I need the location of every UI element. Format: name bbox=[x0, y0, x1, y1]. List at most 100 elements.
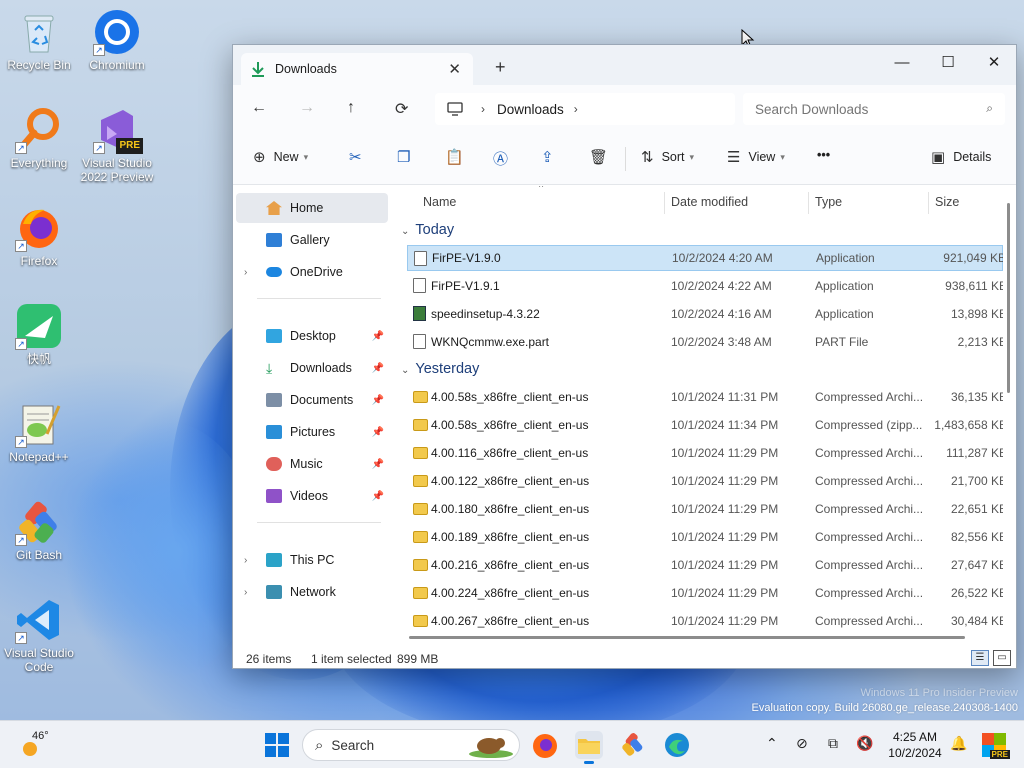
desktop-icon-chromium[interactable]: ↗ Chromium bbox=[79, 8, 155, 72]
table-row[interactable]: 4.00.224_x86fre_client_en-us 10/1/2024 1… bbox=[407, 580, 1003, 606]
search-input[interactable] bbox=[755, 101, 965, 117]
more-options-button[interactable]: ••• bbox=[817, 148, 830, 162]
pin-icon[interactable]: 📌 bbox=[372, 459, 384, 470]
table-row[interactable]: 4.00.122_x86fre_client_en-us 10/1/2024 1… bbox=[407, 468, 1003, 494]
table-row[interactable]: 4.00.58s_x86fre_client_en-us 10/1/2024 1… bbox=[407, 412, 1003, 438]
taskbar-search-box[interactable]: ⌕ Search bbox=[302, 729, 520, 761]
new-tab-button[interactable]: + bbox=[495, 57, 506, 78]
vertical-scrollbar[interactable] bbox=[1007, 203, 1010, 393]
sidebar-item-gallery[interactable]: Gallery bbox=[236, 225, 388, 255]
forward-button[interactable]: → bbox=[299, 99, 315, 117]
group-header-today[interactable]: ⌄ Today bbox=[401, 222, 454, 238]
maximize-button[interactable]: ☐ bbox=[925, 49, 971, 79]
cut-button[interactable]: ✂ bbox=[349, 148, 370, 166]
refresh-button[interactable]: ⟳ bbox=[395, 99, 408, 119]
close-window-button[interactable]: ✕ bbox=[971, 49, 1017, 79]
chevron-right-icon[interactable]: › bbox=[244, 555, 247, 566]
toolbar-divider bbox=[625, 147, 626, 171]
desktop-icon-firefox[interactable]: ↗ Firefox bbox=[1, 204, 77, 268]
sidebar-item-onedrive[interactable]: › OneDrive bbox=[236, 257, 388, 287]
desktop-icon-git-bash[interactable]: ↗ Git Bash bbox=[1, 498, 77, 562]
breadcrumb-downloads[interactable]: Downloads bbox=[497, 102, 564, 117]
taskbar-firefox[interactable] bbox=[531, 731, 559, 759]
delete-button[interactable]: 🗑 bbox=[589, 148, 616, 166]
copy-button[interactable]: ❐ bbox=[397, 148, 418, 166]
sidebar-item-videos[interactable]: Videos 📌 bbox=[236, 481, 388, 511]
dev-home-preview-icon[interactable]: PRE bbox=[980, 731, 1010, 759]
horizontal-scrollbar[interactable] bbox=[409, 636, 965, 639]
table-row[interactable]: WKNQcmmw.exe.part 10/2/2024 3:48 AM PART… bbox=[407, 329, 1003, 355]
search-icon[interactable]: ⌕ bbox=[986, 101, 993, 116]
table-row[interactable]: 4.00.58s_x86fre_client_en-us 10/1/2024 1… bbox=[407, 384, 1003, 410]
desktop-icon-everything[interactable]: ↗ Everything bbox=[1, 106, 77, 170]
desktop-icon-visual-studio[interactable]: PRE ↗ Visual Studio 2022 Preview bbox=[79, 106, 155, 184]
details-pane-button[interactable]: ▣ Details bbox=[931, 148, 991, 166]
taskbar-clock[interactable]: 4:25 AM 10/2/2024 bbox=[884, 729, 946, 761]
taskbar-file-explorer[interactable] bbox=[575, 731, 603, 764]
pin-icon[interactable]: 📌 bbox=[372, 491, 384, 502]
desktop-icon-recycle-bin[interactable]: Recycle Bin bbox=[1, 8, 77, 72]
column-header-size[interactable]: Size bbox=[935, 186, 959, 218]
sidebar-item-this-pc[interactable]: › This PC bbox=[236, 545, 388, 575]
show-hidden-icons-button[interactable]: ⌃ bbox=[766, 735, 778, 752]
taskbar-git[interactable] bbox=[619, 731, 647, 759]
minimize-button[interactable]: — bbox=[879, 49, 925, 79]
zip-folder-icon bbox=[413, 391, 428, 403]
tab-downloads[interactable]: Downloads ✕ bbox=[241, 53, 473, 85]
desktop-icon-notepadpp[interactable]: ↗ Notepad++ bbox=[1, 400, 77, 464]
rename-button[interactable]: Ⓐ bbox=[493, 148, 516, 169]
desktop-icon-kuaifan[interactable]: ↗ 快帆 bbox=[1, 302, 77, 366]
start-button[interactable] bbox=[263, 731, 291, 759]
desktop-icon-vscode[interactable]: ↗ Visual Studio Code bbox=[1, 596, 77, 674]
desktop-icon-label: Visual Studio Code bbox=[4, 646, 74, 674]
share-button[interactable]: ⇪ bbox=[541, 148, 562, 166]
taskbar-edge[interactable] bbox=[663, 731, 691, 759]
column-header-date-modified[interactable]: Date modified bbox=[671, 186, 748, 218]
chevron-right-icon[interactable]: › bbox=[244, 267, 247, 278]
table-row[interactable]: 4.00.116_x86fre_client_en-us 10/1/2024 1… bbox=[407, 440, 1003, 466]
display-icon[interactable]: ⧉ bbox=[828, 735, 838, 752]
desktop-icon-label: Recycle Bin bbox=[7, 58, 71, 72]
sidebar-item-music[interactable]: Music 📌 bbox=[236, 449, 388, 479]
pin-icon[interactable]: 📌 bbox=[372, 331, 384, 342]
sort-button[interactable]: ⇅ Sort ▾ bbox=[641, 148, 694, 166]
chevron-right-icon[interactable]: › bbox=[244, 587, 247, 598]
tiles-view-button[interactable]: ▭ bbox=[993, 650, 1011, 666]
weather-widget[interactable]: 46° bbox=[18, 727, 58, 763]
table-row[interactable]: 4.00.267_x86fre_client_en-us 10/1/2024 1… bbox=[407, 608, 1003, 634]
vscode-icon: ↗ bbox=[15, 596, 63, 644]
close-tab-icon[interactable]: ✕ bbox=[448, 60, 461, 78]
command-bar: ⊕ New ▾ ✂ ❐ 📋 Ⓐ ⇪ 🗑 ⇅ Sort ▾ ☰ View ▾ ••… bbox=[233, 133, 1016, 185]
column-header-type[interactable]: Type bbox=[815, 186, 842, 218]
sound-icon[interactable]: 🔇 bbox=[856, 735, 873, 752]
windows-watermark: Windows 11 Pro Insider Preview Evaluatio… bbox=[752, 686, 1018, 716]
table-row[interactable]: FirPE-V1.9.1 10/2/2024 4:22 AM Applicati… bbox=[407, 273, 1003, 299]
sidebar-item-home[interactable]: Home bbox=[236, 193, 388, 223]
sidebar-item-desktop[interactable]: Desktop 📌 bbox=[236, 321, 388, 351]
chevron-right-icon[interactable]: › bbox=[574, 102, 578, 116]
view-button[interactable]: ☰ View ▾ bbox=[727, 148, 785, 166]
back-button[interactable]: ← bbox=[251, 99, 267, 117]
table-row[interactable]: 4.00.216_x86fre_client_en-us 10/1/2024 1… bbox=[407, 552, 1003, 578]
paste-button[interactable]: 📋 bbox=[445, 148, 472, 166]
table-row[interactable]: 4.00.189_x86fre_client_en-us 10/1/2024 1… bbox=[407, 524, 1003, 550]
up-button[interactable]: ↑ bbox=[347, 99, 355, 117]
pin-icon[interactable]: 📌 bbox=[372, 395, 384, 406]
pin-icon[interactable]: 📌 bbox=[372, 363, 384, 374]
details-view-button[interactable]: ☰ bbox=[971, 650, 989, 666]
sidebar-item-network[interactable]: › Network bbox=[236, 577, 388, 607]
table-row[interactable]: 4.00.180_x86fre_client_en-us 10/1/2024 1… bbox=[407, 496, 1003, 522]
column-header-name[interactable]: Name bbox=[423, 186, 456, 218]
notification-bell-icon[interactable]: 🔔 bbox=[950, 735, 967, 752]
network-offline-icon[interactable]: ⊘ bbox=[796, 735, 808, 752]
pin-icon[interactable]: 📌 bbox=[372, 427, 384, 438]
sidebar-item-documents[interactable]: Documents 📌 bbox=[236, 385, 388, 415]
group-header-yesterday[interactable]: ⌄ Yesterday bbox=[401, 361, 479, 377]
sidebar-item-downloads[interactable]: ⤓ Downloads 📌 bbox=[236, 353, 388, 383]
address-bar[interactable]: › Downloads › bbox=[435, 93, 735, 125]
new-button[interactable]: ⊕ New ▾ bbox=[253, 148, 308, 166]
table-row[interactable]: speedinsetup-4.3.22 10/2/2024 4:16 AM Ap… bbox=[407, 301, 1003, 327]
sidebar-item-pictures[interactable]: Pictures 📌 bbox=[236, 417, 388, 447]
table-row[interactable]: FirPE-V1.9.0 10/2/2024 4:20 AM Applicati… bbox=[407, 245, 1003, 271]
search-box[interactable]: ⌕ bbox=[743, 93, 1005, 125]
